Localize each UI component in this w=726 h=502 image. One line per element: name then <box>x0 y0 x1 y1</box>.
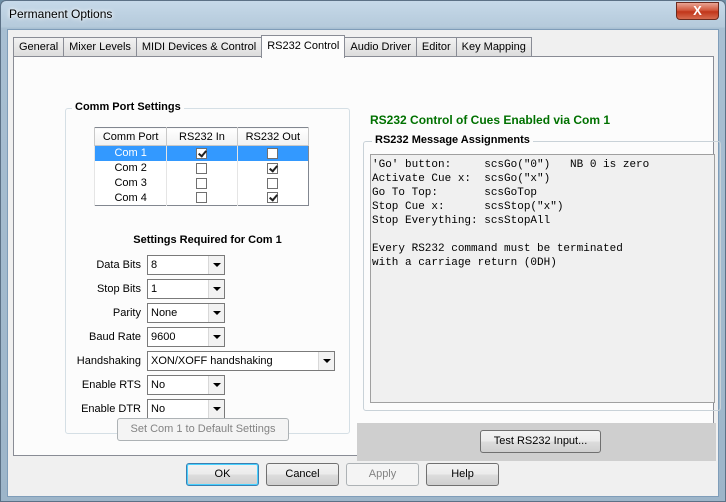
table-row[interactable]: Com 1 <box>93 145 309 161</box>
enable-rts-value: No <box>151 379 166 391</box>
window-title: Permanent Options <box>9 7 113 21</box>
table-row[interactable]: Com 4 <box>93 190 309 206</box>
chevron-down-icon[interactable] <box>208 400 224 418</box>
message-line: Stop Everything: scsStopAll <box>372 215 551 227</box>
parity-label: Parity <box>112 307 141 319</box>
message-line: Stop Cue x: scsStop("x") <box>372 201 564 213</box>
chevron-down-icon[interactable] <box>318 352 334 370</box>
message-line: Activate Cue x: scsGo("x") <box>372 173 551 185</box>
tab-strip: General Mixer Levels MIDI Devices & Cont… <box>13 35 532 58</box>
close-button[interactable]: X <box>676 2 719 20</box>
message-line: with a carriage return (0DH) <box>372 257 557 269</box>
data-bits-select[interactable]: 8 <box>147 255 225 275</box>
enable-dtr-select[interactable]: No <box>147 399 225 419</box>
port-name: Com 1 <box>93 145 167 161</box>
port-name: Com 4 <box>93 190 167 206</box>
table-row[interactable]: Com 2 <box>93 160 309 176</box>
apply-button[interactable]: Apply <box>346 463 419 486</box>
comm-port-settings-group: Comm Port Settings Comm Port RS232 In RS… <box>65 101 350 434</box>
settings-required-title: Settings Required for Com 1 <box>133 234 282 246</box>
chevron-down-icon[interactable] <box>208 256 224 274</box>
test-rs232-input-button[interactable]: Test RS232 Input... <box>480 430 601 453</box>
tab-midi-devices[interactable]: MIDI Devices & Control <box>135 37 263 57</box>
rs232-out-checkbox[interactable] <box>267 192 279 204</box>
enable-rts-select[interactable]: No <box>147 375 225 395</box>
handshaking-select[interactable]: XON/XOFF handshaking <box>147 351 335 371</box>
help-button[interactable]: Help <box>426 463 499 486</box>
cancel-button[interactable]: Cancel <box>266 463 339 486</box>
message-line: 'Go' button: scsGo("0") NB 0 is zero <box>372 159 650 171</box>
rs232-status-text: RS232 Control of Cues Enabled via Com 1 <box>370 113 611 127</box>
port-name: Com 2 <box>93 160 167 176</box>
enable-dtr-value: No <box>151 403 166 415</box>
baud-rate-label: Baud Rate <box>89 331 141 343</box>
enable-dtr-label: Enable DTR <box>81 403 141 415</box>
tab-audio-driver[interactable]: Audio Driver <box>344 37 417 57</box>
tab-rs232-control[interactable]: RS232 Control <box>261 35 346 58</box>
data-bits-label: Data Bits <box>96 259 141 271</box>
column-header-rs232-out[interactable]: RS232 Out <box>236 127 310 146</box>
data-bits-value: 8 <box>151 259 158 271</box>
set-default-settings-button[interactable]: Set Com 1 to Default Settings <box>117 418 289 441</box>
options-window: Permanent Options X General Mixer Levels… <box>0 0 726 502</box>
tab-mixer-levels[interactable]: Mixer Levels <box>63 37 137 57</box>
message-line: Go To Top: scsGoTop <box>372 187 538 199</box>
baud-rate-select[interactable]: 9600 <box>147 327 225 347</box>
title-bar[interactable]: Permanent Options X <box>1 1 725 29</box>
stop-bits-value: 1 <box>151 283 158 295</box>
stop-bits-label: Stop Bits <box>96 283 141 295</box>
rs232-in-checkbox[interactable] <box>196 192 208 204</box>
tab-editor[interactable]: Editor <box>415 37 457 57</box>
chevron-down-icon[interactable] <box>208 280 224 298</box>
handshaking-label: Handshaking <box>76 355 141 367</box>
parity-select[interactable]: None <box>147 303 225 323</box>
rs232-in-checkbox[interactable] <box>196 177 208 189</box>
chevron-down-icon[interactable] <box>208 304 224 322</box>
ok-button[interactable]: OK <box>186 463 259 486</box>
message-line <box>372 228 713 242</box>
tab-key-mapping[interactable]: Key Mapping <box>455 37 532 57</box>
tab-general[interactable]: General <box>13 37 65 57</box>
column-header-rs232-in[interactable]: RS232 In <box>166 127 238 146</box>
test-button-strip: Test RS232 Input... <box>357 423 716 461</box>
comm-port-settings-legend: Comm Port Settings <box>72 101 184 113</box>
enable-rts-label: Enable RTS <box>81 379 141 391</box>
rs232-out-checkbox[interactable] <box>267 177 279 189</box>
port-name: Com 3 <box>93 175 167 191</box>
chevron-down-icon[interactable] <box>208 376 224 394</box>
comm-port-table: Comm Port RS232 In RS232 Out Com 1 Com 2 <box>93 127 310 206</box>
message-assignments-text: 'Go' button: scsGo("0") NB 0 is zero Acti… <box>370 154 715 403</box>
dialog-client-area: General Mixer Levels MIDI Devices & Cont… <box>7 29 721 497</box>
handshaking-value: XON/XOFF handshaking <box>151 355 273 367</box>
rs232-tab-panel: Comm Port Settings Comm Port RS232 In RS… <box>13 56 721 461</box>
baud-rate-value: 9600 <box>151 331 176 343</box>
stop-bits-select[interactable]: 1 <box>147 279 225 299</box>
chevron-down-icon[interactable] <box>208 328 224 346</box>
rs232-out-checkbox[interactable] <box>267 147 279 159</box>
rs232-out-checkbox[interactable] <box>267 162 279 174</box>
rs232-in-checkbox[interactable] <box>196 162 208 174</box>
column-header-comm-port[interactable]: Comm Port <box>93 127 168 146</box>
message-assignments-legend: RS232 Message Assignments <box>372 134 533 146</box>
parity-value: None <box>151 307 178 319</box>
table-row[interactable]: Com 3 <box>93 175 309 191</box>
message-line: Every RS232 command must be terminated <box>372 243 623 255</box>
rs232-in-checkbox[interactable] <box>196 147 208 159</box>
dialog-button-bar: OK Cancel Apply Help <box>8 457 720 497</box>
